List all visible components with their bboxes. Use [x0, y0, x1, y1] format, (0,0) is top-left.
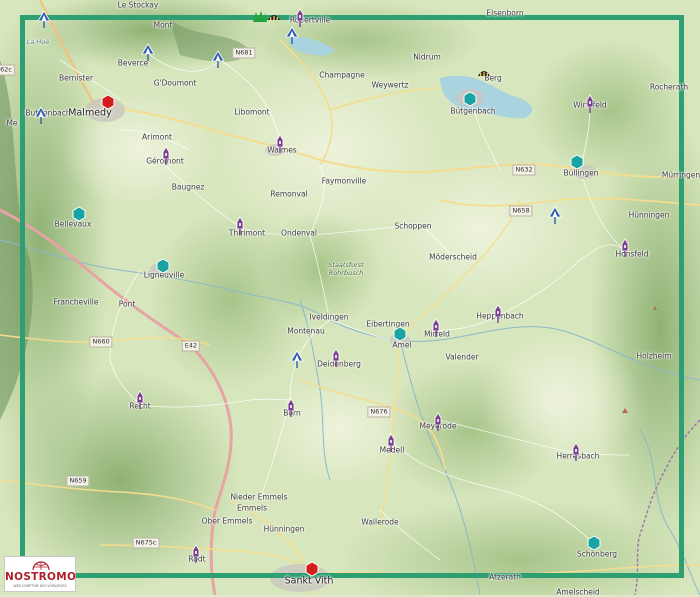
road-shield-62c: 62c: [0, 64, 15, 76]
tent-pin-icon[interactable]: [548, 206, 562, 226]
label-goumont: G'Doumont: [153, 78, 197, 88]
label-mont: Mont: [153, 20, 173, 30]
church-pin-icon[interactable]: [133, 390, 147, 410]
label-hunningen-top: Hünningen: [628, 210, 670, 220]
label-ondenval: Ondenval: [281, 228, 317, 238]
road-shield-n676: N676: [367, 406, 391, 418]
church-pin-icon[interactable]: [384, 433, 398, 453]
label-montenau: Montenau: [287, 326, 325, 336]
road-shield-n660: N660: [89, 336, 113, 348]
hexagon-pin-icon[interactable]: [570, 154, 584, 174]
label-nieder-emmels: Nieder Emmels: [230, 492, 288, 502]
church-pin-icon[interactable]: [583, 94, 597, 114]
tent-pin-icon[interactable]: [211, 50, 225, 70]
label-arimont: Arimont: [142, 132, 172, 142]
church-pin-icon[interactable]: [329, 348, 343, 368]
label-bernister: Bernister: [58, 73, 94, 83]
label-francheville: Francheville: [53, 297, 99, 307]
label-rocherath: Rocherath: [649, 82, 689, 92]
logo-name: NOSTROMO: [5, 571, 77, 583]
church-pin-icon[interactable]: [569, 442, 583, 462]
label-butgenbach-west: Butgenbach: [25, 108, 71, 118]
road-shield-n658: N658: [509, 205, 533, 217]
label-iveldingen: Iveldingen: [309, 312, 349, 322]
label-amelscheid: Amelscheid: [556, 587, 600, 597]
tent-pin-icon[interactable]: [290, 350, 304, 370]
church-pin-icon[interactable]: [273, 134, 287, 154]
forest-icon[interactable]: [253, 10, 267, 30]
tent-pin-icon[interactable]: [37, 10, 51, 30]
hexagon-pin-icon[interactable]: [463, 91, 477, 111]
hexagon-pin-icon[interactable]: [72, 206, 86, 226]
label-pont: Pont: [118, 299, 136, 309]
label-champagne: Champagne: [319, 70, 365, 80]
road-shield-e42: E42: [181, 340, 201, 352]
nostromo-logo[interactable]: NOSTROMO WEB COMPTOIR DES VOYAGEURS: [4, 556, 76, 592]
label-ober-emmels: Ober Emmels: [201, 516, 253, 526]
label-emmels: Emmels: [237, 503, 267, 513]
label-wallerode: Wallerode: [361, 517, 399, 527]
label-murringen: Mürringen: [661, 170, 700, 180]
label-holzheim: Holzheim: [636, 351, 672, 361]
hexagon-pin-icon[interactable]: [587, 535, 601, 555]
hexagon-red-pin-icon[interactable]: [101, 94, 115, 114]
label-libomont: Libomont: [234, 107, 270, 117]
label-elsenborn: Elsenborn: [486, 8, 524, 18]
church-pin-icon[interactable]: [233, 216, 247, 236]
hexagon-pin-icon[interactable]: [156, 258, 170, 278]
church-pin-icon[interactable]: [491, 304, 505, 324]
road-shield-n675c: N675c: [132, 537, 160, 549]
church-pin-icon[interactable]: [293, 8, 307, 28]
label-schoppen: Schoppen: [394, 221, 432, 231]
church-pin-icon[interactable]: [189, 544, 203, 564]
church-pin-icon[interactable]: [284, 398, 298, 418]
bunker-icon[interactable]: [267, 8, 281, 28]
hexagon-red-pin-icon[interactable]: [305, 561, 319, 581]
label-faymonville: Faymonville: [321, 176, 367, 186]
tent-pin-icon[interactable]: [34, 106, 48, 126]
hexagon-pin-icon[interactable]: [393, 326, 407, 346]
label-le-stockay: Le Stockay: [117, 0, 159, 10]
label-baugnez: Baugnez: [171, 182, 205, 192]
bunker-icon[interactable]: [477, 64, 491, 84]
globe-icon: [32, 561, 50, 571]
road-shield-n632: N632: [512, 164, 536, 176]
label-weywertz: Weywertz: [371, 80, 409, 90]
church-pin-icon[interactable]: [431, 412, 445, 432]
church-pin-icon[interactable]: [429, 318, 443, 338]
label-remonval: Remonval: [270, 189, 308, 199]
tent-pin-icon[interactable]: [285, 26, 299, 46]
label-me: Me: [6, 118, 18, 128]
logo-tagline: WEB COMPTOIR DES VOYAGEURS: [13, 584, 67, 588]
label-la-hoe: La Hoë: [26, 38, 50, 46]
church-pin-icon[interactable]: [159, 146, 173, 166]
road-shield-n659: N659: [66, 475, 90, 487]
church-pin-icon[interactable]: [618, 238, 632, 258]
label-nidrum: Nidrum: [413, 52, 441, 62]
tent-pin-icon[interactable]: [141, 43, 155, 63]
label-staatsforst: Staatsforst Rohrbusch: [328, 261, 364, 277]
label-atzerath: Atzerath: [489, 572, 521, 582]
label-valender: Valender: [445, 352, 479, 362]
label-hunningen: Hünningen: [263, 524, 305, 534]
road-shield-n681: N681: [232, 47, 256, 59]
label-moderscheid: Möderscheid: [429, 252, 477, 262]
